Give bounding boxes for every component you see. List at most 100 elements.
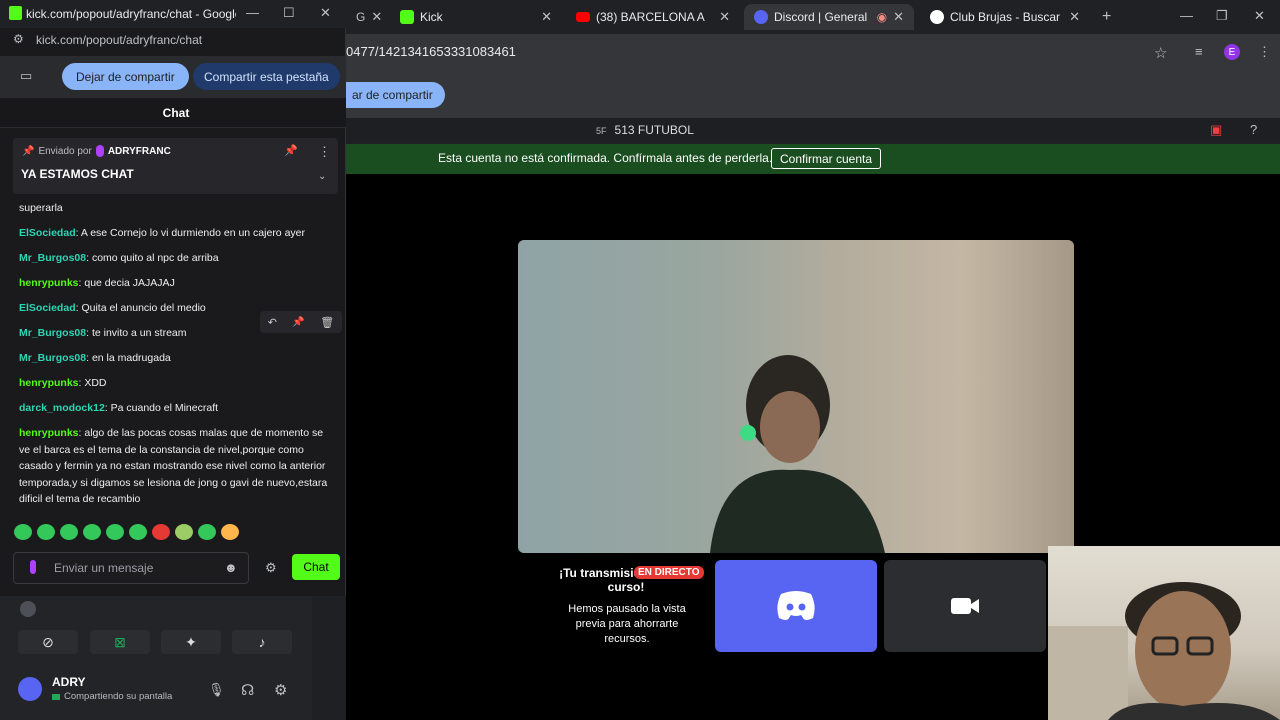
emote-icon[interactable]: [129, 524, 147, 540]
video-camera-icon: [951, 598, 979, 614]
pin-icon: 📌: [22, 145, 35, 157]
chat-message: ElSociedad: A ese Cornejo lo vi durmiend…: [19, 227, 305, 239]
stop-sharing-button[interactable]: Dejar de compartir: [62, 63, 189, 90]
popup-window-title: kick.com/popout/adryfranc/chat - Google …: [26, 7, 236, 21]
stop-sharing-button[interactable]: ar de compartir: [346, 82, 445, 108]
emote-icon[interactable]: [14, 524, 32, 540]
channel-title: 5F 513 FUTUBOL: [596, 123, 694, 137]
user-settings-icon[interactable]: ⚙: [274, 681, 287, 699]
send-chat-button[interactable]: Chat: [292, 554, 340, 580]
close-icon[interactable]: ✕: [541, 9, 552, 25]
screen-share-icon[interactable]: ▣: [1210, 122, 1222, 138]
google-favicon-icon: [930, 10, 944, 24]
close-window-icon[interactable]: ✕: [1254, 8, 1265, 24]
youtube-favicon-icon: [576, 12, 590, 22]
more-options-icon[interactable]: ⋮: [318, 144, 331, 160]
reply-icon[interactable]: ↶: [268, 316, 277, 329]
discord-username[interactable]: ADRY: [52, 675, 86, 689]
minimize-icon[interactable]: —: [246, 5, 259, 20]
emote-icon[interactable]: [198, 524, 216, 540]
kick-favicon-icon: [400, 10, 414, 24]
discord-icon: [20, 601, 36, 617]
message-actions: ↶ 📌 🗑: [260, 311, 342, 333]
notice-text: Esta cuenta no está confirmada. Confírma…: [438, 151, 773, 165]
emote-icon[interactable]: [175, 524, 193, 540]
share-this-tab-button[interactable]: Compartir esta pestaña: [193, 63, 340, 90]
confirm-account-button[interactable]: Confirmar cuenta: [771, 148, 882, 169]
chat-message: superarla: [19, 202, 63, 214]
pin-message-icon[interactable]: 📌: [292, 317, 304, 328]
emote-icon[interactable]: [60, 524, 78, 540]
new-tab-icon[interactable]: +: [1102, 8, 1111, 26]
camera-off-tile[interactable]: [884, 560, 1046, 652]
settings-icon[interactable]: ⚙: [265, 560, 277, 576]
help-icon[interactable]: ?: [1250, 122, 1257, 137]
tile-subtitle: Hemos pausado la vista previa para ahorr…: [568, 603, 686, 645]
activities-icon: ✦: [185, 633, 197, 650]
kick-logo-icon: [9, 6, 22, 20]
screen-share-button[interactable]: ⊠: [90, 630, 150, 654]
emote-icon[interactable]: [221, 524, 239, 540]
chat-message: Mr_Burgos08: en la madrugada: [19, 352, 171, 364]
streaming-icon: [52, 693, 60, 700]
activities-button[interactable]: ✦: [161, 630, 221, 654]
camera-toggle-button[interactable]: ⊘: [18, 630, 78, 654]
media-controls-icon[interactable]: ≡: [1195, 44, 1203, 59]
discord-favicon-icon: [754, 10, 768, 24]
streamer-webcam-image: [1048, 582, 1280, 720]
site-settings-icon[interactable]: ⚙: [13, 32, 24, 46]
emote-icon[interactable]: [83, 524, 101, 540]
chat-message: henrypunks: que decia JAJAJAJ: [19, 277, 175, 289]
screen-share-icon: ▭: [20, 68, 33, 83]
tab-kick[interactable]: Kick ✕: [390, 4, 562, 30]
popup-url[interactable]: kick.com/popout/adryfranc/chat: [36, 33, 202, 47]
minimize-icon[interactable]: —: [1180, 8, 1193, 23]
pinned-by: 📌 Enviado por ADRYFRANC: [22, 145, 171, 157]
emote-icon[interactable]: [37, 524, 55, 540]
chat-input-placeholder: Enviar un mensaje: [54, 561, 154, 575]
maximize-icon[interactable]: ☐: [283, 5, 295, 21]
soundboard-button[interactable]: ♪: [232, 630, 292, 654]
discord-logo-icon: [777, 591, 815, 620]
profile-avatar[interactable]: E: [1224, 44, 1240, 60]
close-window-icon[interactable]: ✕: [320, 5, 331, 21]
chat-message: henrypunks: XDD: [19, 377, 107, 389]
close-icon[interactable]: ✕: [719, 9, 730, 25]
microphone-icon[interactable]: 🎙: [208, 682, 225, 698]
screen-share-icon: ⊠: [114, 633, 126, 650]
menu-icon[interactable]: ⋮: [1258, 44, 1271, 60]
url-text[interactable]: 0477/1421341653331083461: [346, 44, 516, 59]
emote-bar: [14, 524, 254, 542]
broadcaster-badge-icon: [30, 560, 36, 574]
tab-google[interactable]: Club Brujas - Buscar con G ✕: [920, 4, 1090, 30]
tab-discord[interactable]: Discord | General | 513 ◉ ✕: [744, 4, 914, 30]
discord-status: Compartiendo su pantalla: [52, 691, 172, 702]
close-icon[interactable]: ✕: [371, 9, 382, 25]
headphones-icon[interactable]: ☊: [241, 681, 254, 699]
camera-off-icon: ⊘: [42, 633, 54, 650]
tab-youtube[interactable]: (38) BARCELONA A NO I ✕: [566, 4, 740, 30]
broadcaster-badge-icon: [95, 145, 104, 157]
chat-title: Chat: [162, 106, 190, 120]
tab-partial[interactable]: G ✕: [346, 4, 390, 30]
webcam-overlay: [1048, 546, 1280, 720]
emote-icon[interactable]: [152, 524, 170, 540]
streamer-image: [710, 355, 885, 553]
discord-tile[interactable]: [715, 560, 877, 652]
unpin-icon[interactable]: 📌: [284, 144, 298, 157]
close-icon[interactable]: ✕: [1069, 9, 1080, 25]
close-icon[interactable]: ✕: [893, 9, 904, 25]
soundboard-icon: ♪: [258, 634, 266, 650]
emote-icon[interactable]: [106, 524, 124, 540]
delete-icon[interactable]: 🗑: [320, 316, 334, 329]
chat-message: darck_modock12: Pa cuando el Minecraft: [19, 402, 219, 414]
emoji-icon[interactable]: ☻: [224, 560, 238, 575]
discord-channel-header: [346, 118, 1280, 142]
chevron-down-icon[interactable]: ⌄: [318, 171, 326, 182]
pinned-text: YA ESTAMOS CHAT: [21, 167, 134, 181]
maximize-icon[interactable]: ❐: [1216, 8, 1228, 24]
live-badge: EN DIRECTO: [634, 566, 704, 579]
avatar[interactable]: [18, 677, 42, 701]
chat-message: henrypunks: algo de las pocas cosas mala…: [19, 427, 328, 505]
bookmark-star-icon[interactable]: ☆: [1154, 44, 1167, 62]
